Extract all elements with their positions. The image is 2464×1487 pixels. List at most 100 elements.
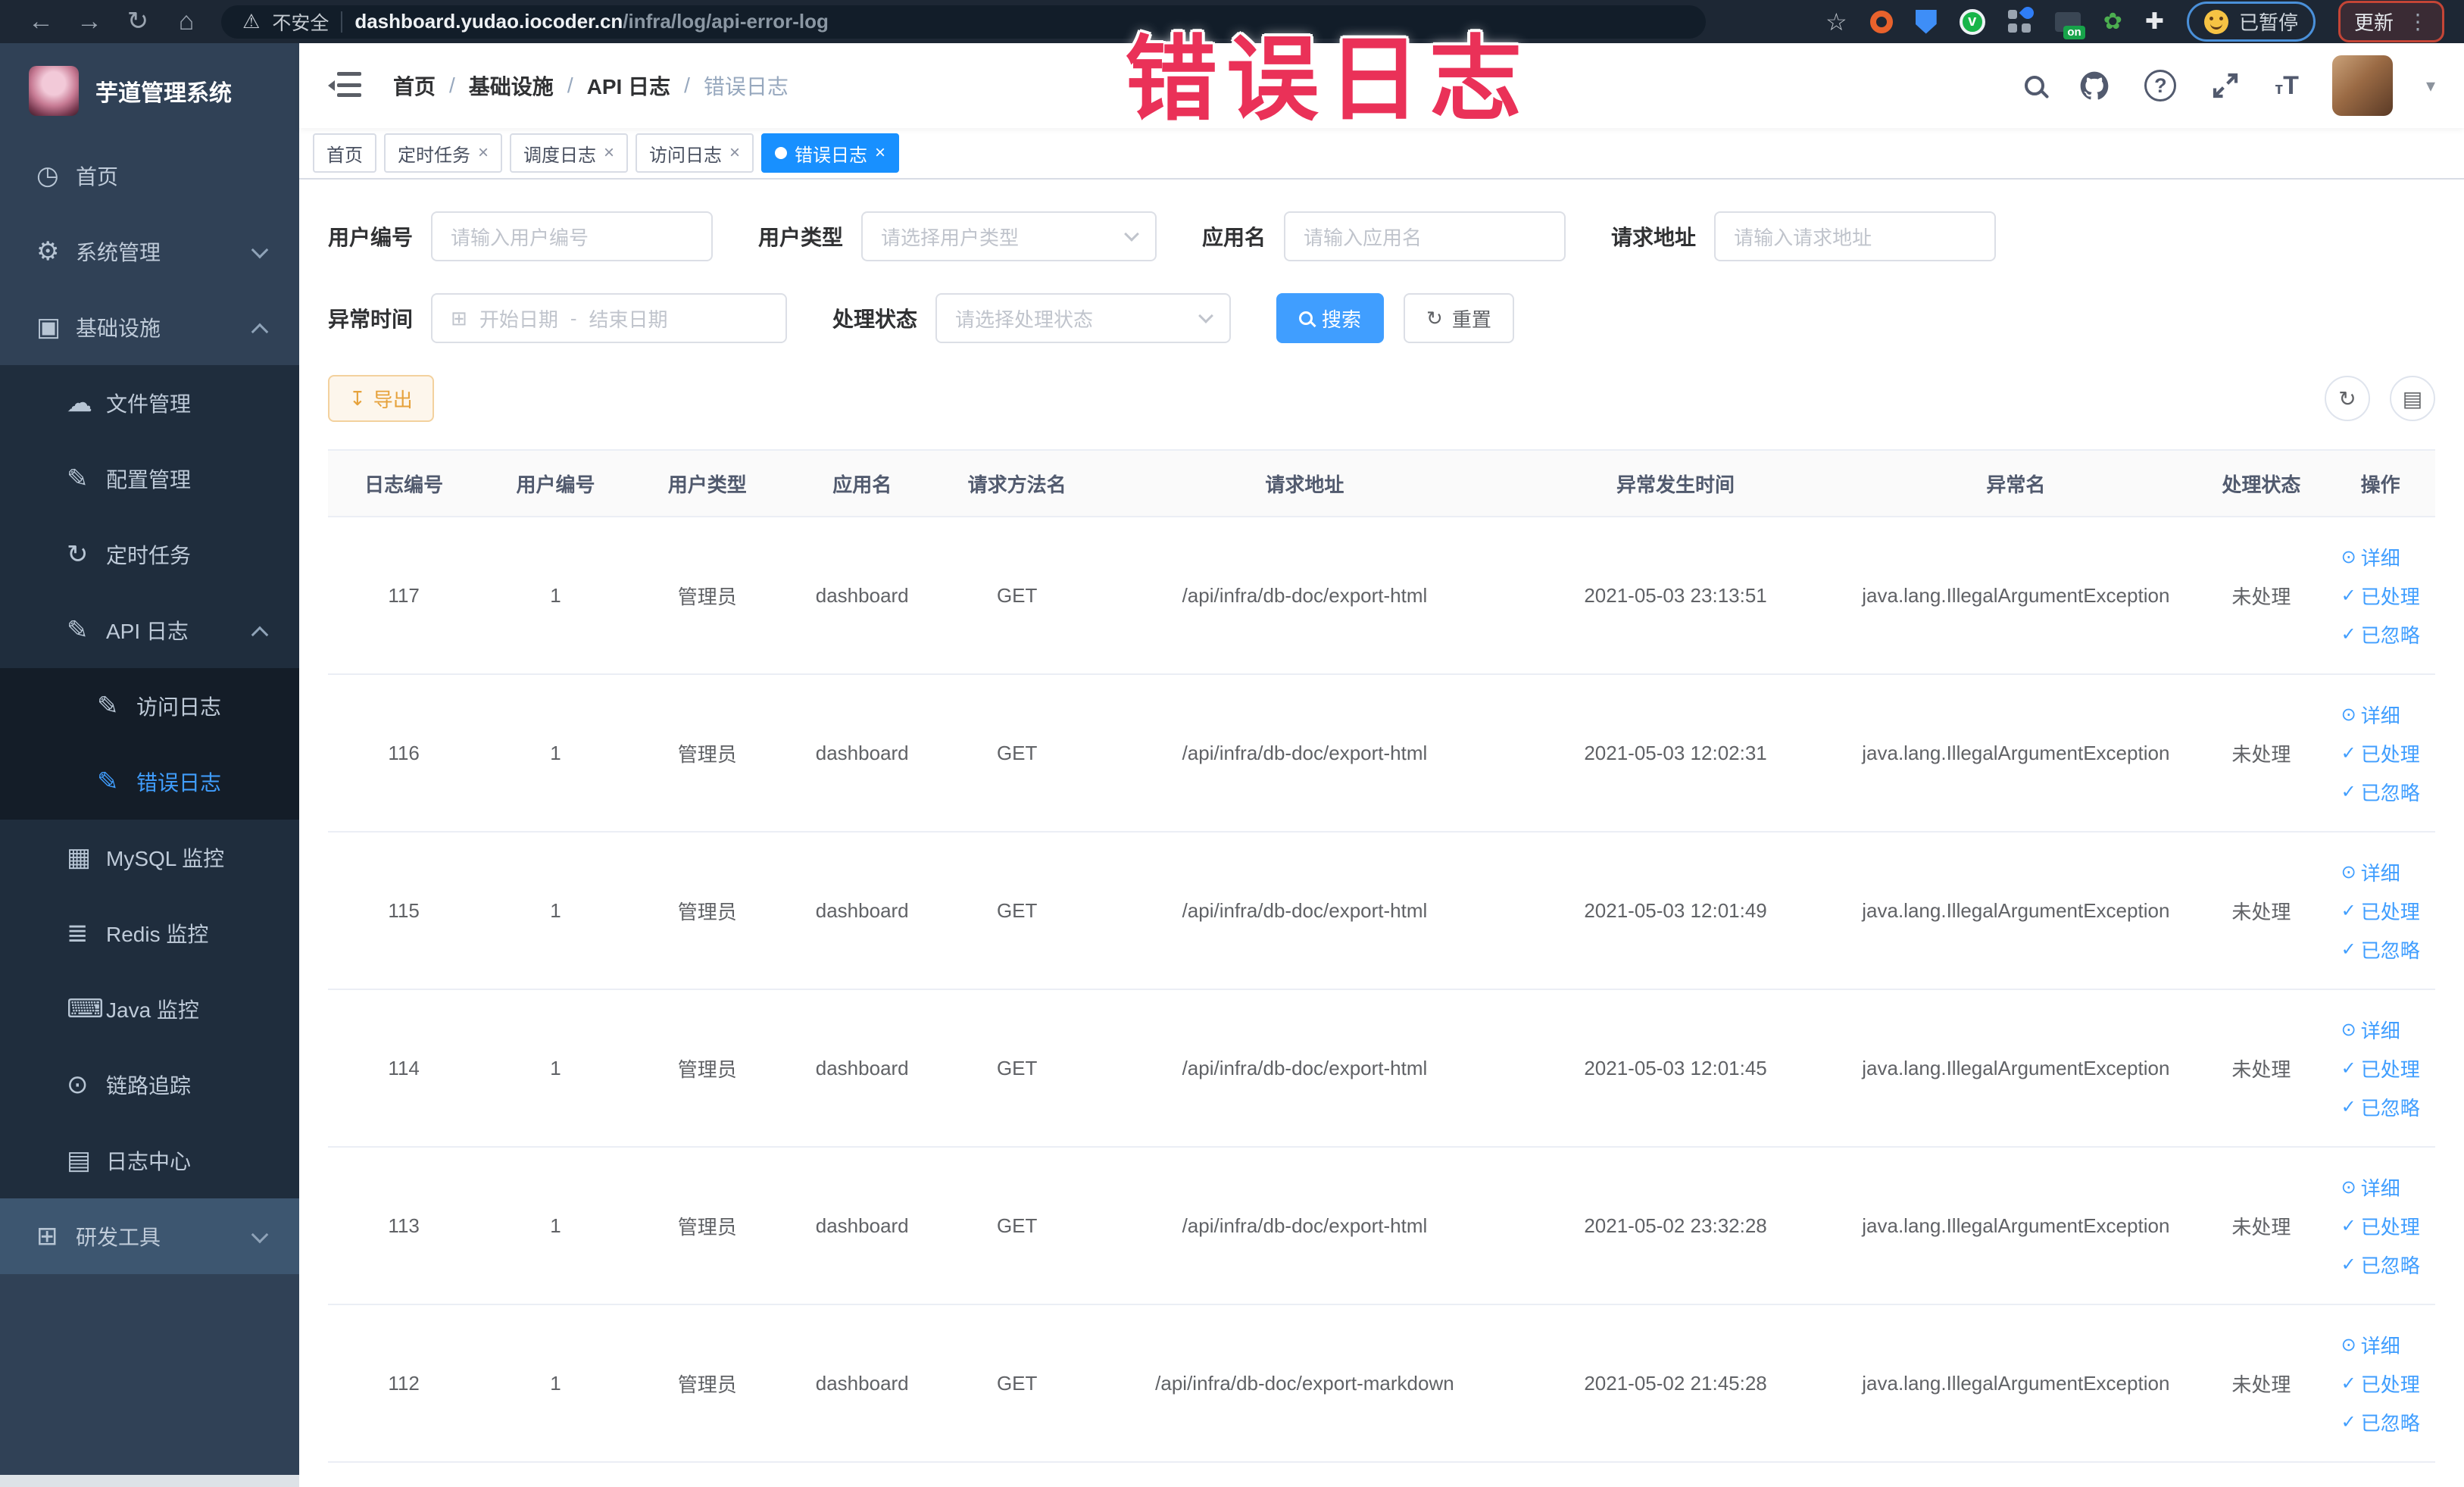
- check-icon: ✓: [2341, 742, 2356, 764]
- extension-leaf-icon[interactable]: ✿: [2103, 8, 2122, 35]
- check-icon: ✓: [2341, 1373, 2356, 1394]
- reload-icon[interactable]: ↻: [117, 0, 159, 43]
- sidebar-scrollbar[interactable]: [0, 1475, 299, 1487]
- sidebar-item-9[interactable]: ▦ MySQL 监控: [0, 820, 299, 895]
- cell-actions: ⊙ 详细 ✓ 已处理 ✓ 已忽略: [2325, 1304, 2435, 1463]
- request-url-input[interactable]: 请输入请求地址: [1714, 211, 1997, 261]
- column-header-6: 异常发生时间: [1516, 449, 1835, 517]
- processed-link[interactable]: ✓ 已处理: [2341, 1054, 2420, 1082]
- tab-1[interactable]: 定时任务 ×: [384, 133, 503, 173]
- detail-link[interactable]: ⊙ 详细: [2341, 1016, 2400, 1044]
- browser-update-button[interactable]: 更新 ⋮: [2338, 1, 2444, 42]
- processed-link[interactable]: ✓ 已处理: [2341, 582, 2420, 610]
- processed-link[interactable]: ✓ 已处理: [2341, 1370, 2420, 1398]
- kebab-menu-icon[interactable]: ⋮: [2407, 9, 2428, 34]
- tab-2[interactable]: 调度日志 ×: [510, 133, 629, 173]
- sidebar-item-4[interactable]: ✎ 配置管理: [0, 441, 299, 517]
- collapse-sidebar-icon[interactable]: [328, 72, 361, 99]
- search-button[interactable]: 搜索: [1276, 293, 1385, 343]
- cell-exception: java.lang.IllegalArgumentException: [1835, 517, 2197, 675]
- gear-icon: ⚙: [36, 237, 60, 266]
- detail-link[interactable]: ⊙ 详细: [2341, 1331, 2400, 1359]
- app-logo: [29, 65, 79, 116]
- github-icon[interactable]: [2078, 69, 2111, 102]
- ignored-link[interactable]: ✓ 已忽略: [2341, 620, 2420, 648]
- ignored-link[interactable]: ✓ 已忽略: [2341, 1251, 2420, 1279]
- exception-time-range-picker[interactable]: ⊞ 开始日期 - 结束日期: [431, 293, 788, 343]
- sidebar-item-5[interactable]: ↻ 定时任务: [0, 517, 299, 592]
- doc-edit-icon: ✎: [97, 767, 119, 796]
- sidebar-item-12[interactable]: ⊙ 链路追踪: [0, 1047, 299, 1123]
- sidebar-item-8[interactable]: ✎ 错误日志: [0, 744, 299, 820]
- chevron-down-icon[interactable]: ▾: [2426, 75, 2435, 97]
- breadcrumb-item-1[interactable]: 基础设施: [469, 70, 554, 101]
- sidebar-item-6[interactable]: ✎ API 日志: [0, 592, 299, 668]
- column-header-3: 应用名: [782, 449, 942, 517]
- paused-profile-chip[interactable]: 已暂停: [2186, 2, 2316, 42]
- processed-link[interactable]: ✓ 已处理: [2341, 739, 2420, 767]
- export-button[interactable]: ↧ 导出: [328, 375, 434, 422]
- sidebar-item-13[interactable]: ▤ 日志中心: [0, 1123, 299, 1198]
- ignored-link[interactable]: ✓ 已忽略: [2341, 936, 2420, 964]
- sidebar-item-11[interactable]: ⌨ Java 监控: [0, 971, 299, 1047]
- tab-0[interactable]: 首页: [313, 133, 376, 173]
- close-icon[interactable]: ×: [729, 144, 740, 162]
- detail-link[interactable]: ⊙ 详细: [2341, 858, 2400, 886]
- home-icon[interactable]: ⌂: [165, 0, 208, 43]
- ignored-link[interactable]: ✓ 已忽略: [2341, 1408, 2420, 1436]
- fullscreen-icon[interactable]: [2209, 70, 2241, 102]
- filter-row-1: 用户编号 请输入用户编号 用户类型 请选择用户类型 应用名 请输入应用名 请求地…: [328, 211, 2435, 261]
- extension-shield-icon[interactable]: [1915, 9, 1937, 34]
- column-header-8: 处理状态: [2197, 449, 2326, 517]
- extension-grid-drop-icon[interactable]: [2007, 4, 2037, 34]
- back-icon[interactable]: ←: [20, 0, 62, 43]
- ignored-link[interactable]: ✓ 已忽略: [2341, 1093, 2420, 1121]
- cell-user_type: 管理员: [631, 517, 783, 675]
- cell-actions: ⊙ 详细 ✓ 已处理 ✓ 已忽略: [2325, 517, 2435, 675]
- search-icon[interactable]: [2025, 76, 2045, 95]
- user-id-input[interactable]: 请输入用户编号: [431, 211, 714, 261]
- refresh-table-button[interactable]: ↻: [2325, 376, 2370, 421]
- address-bar[interactable]: ⚠ 不安全 dashboard.yudao.iocoder.cn/infra/l…: [221, 5, 1706, 39]
- extension-green-circle-icon[interactable]: v: [1959, 8, 1985, 35]
- cell-app: dashboard: [782, 989, 942, 1148]
- breadcrumb-item-2[interactable]: API 日志: [587, 70, 670, 101]
- sidebar-item-label: 系统管理: [76, 241, 161, 264]
- close-icon[interactable]: ×: [604, 144, 614, 162]
- font-size-icon[interactable]: тT: [2275, 71, 2299, 101]
- sidebar-item-14[interactable]: ⊞ 研发工具: [0, 1198, 299, 1274]
- user-avatar[interactable]: [2331, 55, 2393, 116]
- forward-icon[interactable]: →: [68, 0, 111, 43]
- sidebar-item-label: 定时任务: [106, 544, 192, 567]
- close-icon[interactable]: ×: [875, 144, 885, 162]
- reset-button[interactable]: ↻ 重置: [1404, 293, 1514, 343]
- detail-link[interactable]: ⊙ 详细: [2341, 701, 2400, 729]
- sidebar-item-7[interactable]: ✎ 访问日志: [0, 668, 299, 744]
- detail-link[interactable]: ⊙ 详细: [2341, 1173, 2400, 1201]
- close-icon[interactable]: ×: [478, 144, 489, 162]
- app-name-input[interactable]: 请输入应用名: [1284, 211, 1566, 261]
- tab-3[interactable]: 访问日志 ×: [636, 133, 754, 173]
- extension-on-badge-icon[interactable]: on: [2054, 11, 2085, 39]
- bookmark-star-icon[interactable]: ☆: [1825, 8, 1847, 36]
- tab-4[interactable]: 错误日志 ×: [761, 133, 900, 173]
- extension-orange-ring-icon[interactable]: [1869, 10, 1893, 33]
- sidebar-item-3[interactable]: ☁ 文件管理: [0, 365, 299, 441]
- sidebar-item-10[interactable]: ≣ Redis 监控: [0, 895, 299, 971]
- sidebar-item-1[interactable]: ⚙ 系统管理: [0, 214, 299, 289]
- processed-link[interactable]: ✓ 已处理: [2341, 1212, 2420, 1240]
- ignored-link[interactable]: ✓ 已忽略: [2341, 778, 2420, 806]
- process-status-select[interactable]: 请选择处理状态: [935, 293, 1232, 343]
- help-icon[interactable]: ?: [2144, 70, 2177, 102]
- column-settings-button[interactable]: ▤: [2390, 376, 2435, 421]
- breadcrumb-item-0[interactable]: 首页: [393, 70, 436, 101]
- extensions-puzzle-icon[interactable]: ✚: [2145, 8, 2164, 35]
- user-type-select[interactable]: 请选择用户类型: [861, 211, 1157, 261]
- sidebar-item-0[interactable]: ◷ 首页: [0, 138, 299, 214]
- user-type-label: 用户类型: [758, 226, 844, 249]
- processed-link[interactable]: ✓ 已处理: [2341, 897, 2420, 925]
- detail-link[interactable]: ⊙ 详细: [2341, 543, 2400, 571]
- table-row-117: 117 1 管理员 dashboard GET/api/infra/db-doc/exp…: [328, 517, 2435, 675]
- sidebar-item-2[interactable]: ▣ 基础设施: [0, 289, 299, 365]
- cell-user_id: 1: [479, 1304, 632, 1463]
